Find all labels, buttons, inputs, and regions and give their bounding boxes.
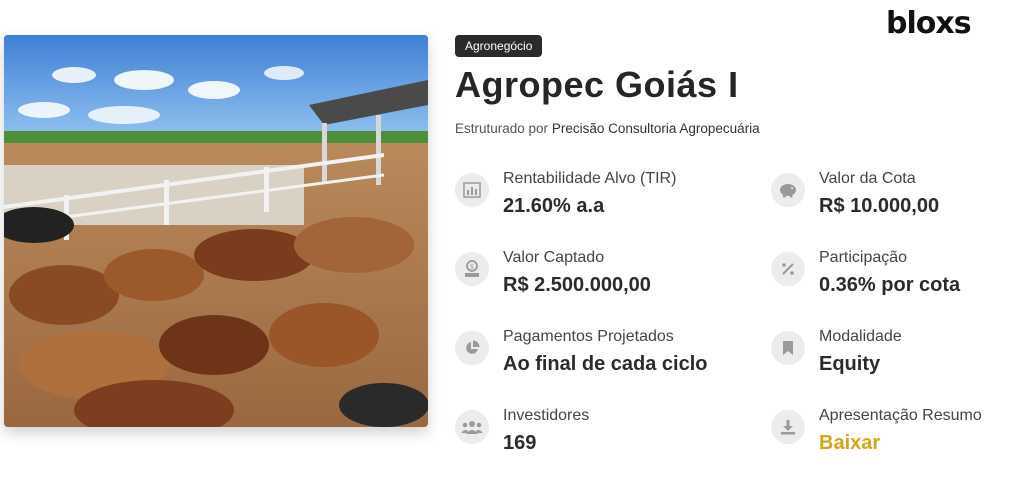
stat-value: 0.36% por cota <box>819 274 961 296</box>
money-stack-icon: $ <box>455 252 489 286</box>
structured-by: Estruturado por Precisão Consultoria Agr… <box>455 121 760 136</box>
users-icon <box>455 410 489 444</box>
stat-value: 169 <box>503 432 537 454</box>
download-icon[interactable] <box>771 410 805 444</box>
stat-value: R$ 2.500.000,00 <box>503 274 651 296</box>
stat-label: Valor Captado <box>503 249 605 266</box>
svg-text:$: $ <box>470 263 474 271</box>
stat-apresentacao: Apresentação Resumo Baixar <box>771 407 1024 470</box>
stat-valor-cota: Valor da Cota R$ 10.000,00 <box>771 170 1024 233</box>
stat-participacao: Participação 0.36% por cota <box>771 249 1024 312</box>
structured-by-prefix: Estruturado por <box>455 121 549 136</box>
project-photo <box>4 35 428 427</box>
stat-valor-captado: $ Valor Captado R$ 2.500.000,00 <box>455 249 715 312</box>
stat-value: 21.60% a.a <box>503 195 605 217</box>
bar-chart-icon <box>455 173 489 207</box>
stat-label: Apresentação Resumo <box>819 407 982 424</box>
category-tag: Agronegócio <box>455 35 543 57</box>
stat-rentabilidade: Rentabilidade Alvo (TIR) 21.60% a.a <box>455 170 715 233</box>
stat-label: Modalidade <box>819 328 902 345</box>
stat-value: Ao final de cada ciclo <box>503 353 708 375</box>
stat-label: Investidores <box>503 407 590 424</box>
pie-chart-icon <box>455 331 489 365</box>
stat-value: R$ 10.000,00 <box>819 195 940 217</box>
stat-label: Pagamentos Projetados <box>503 328 674 345</box>
percent-icon <box>771 252 805 286</box>
download-summary-link[interactable]: Baixar <box>819 432 880 455</box>
stat-value: Equity <box>819 353 881 375</box>
stat-pagamentos: Pagamentos Projetados Ao final de cada c… <box>455 328 715 391</box>
stat-label: Valor da Cota <box>819 170 916 187</box>
bloxs-logo[interactable]: bloxs <box>886 6 972 41</box>
stat-investidores: Investidores 169 <box>455 407 715 470</box>
structured-by-org: Precisão Consultoria Agropecuária <box>551 121 760 136</box>
piggy-bank-icon <box>771 173 805 207</box>
stat-label: Rentabilidade Alvo (TIR) <box>503 170 677 187</box>
stat-modalidade: Modalidade Equity <box>771 328 1024 391</box>
project-title: Agropec Goiás I <box>455 64 739 105</box>
stat-label: Participação <box>819 249 908 266</box>
bookmark-icon <box>771 331 805 365</box>
